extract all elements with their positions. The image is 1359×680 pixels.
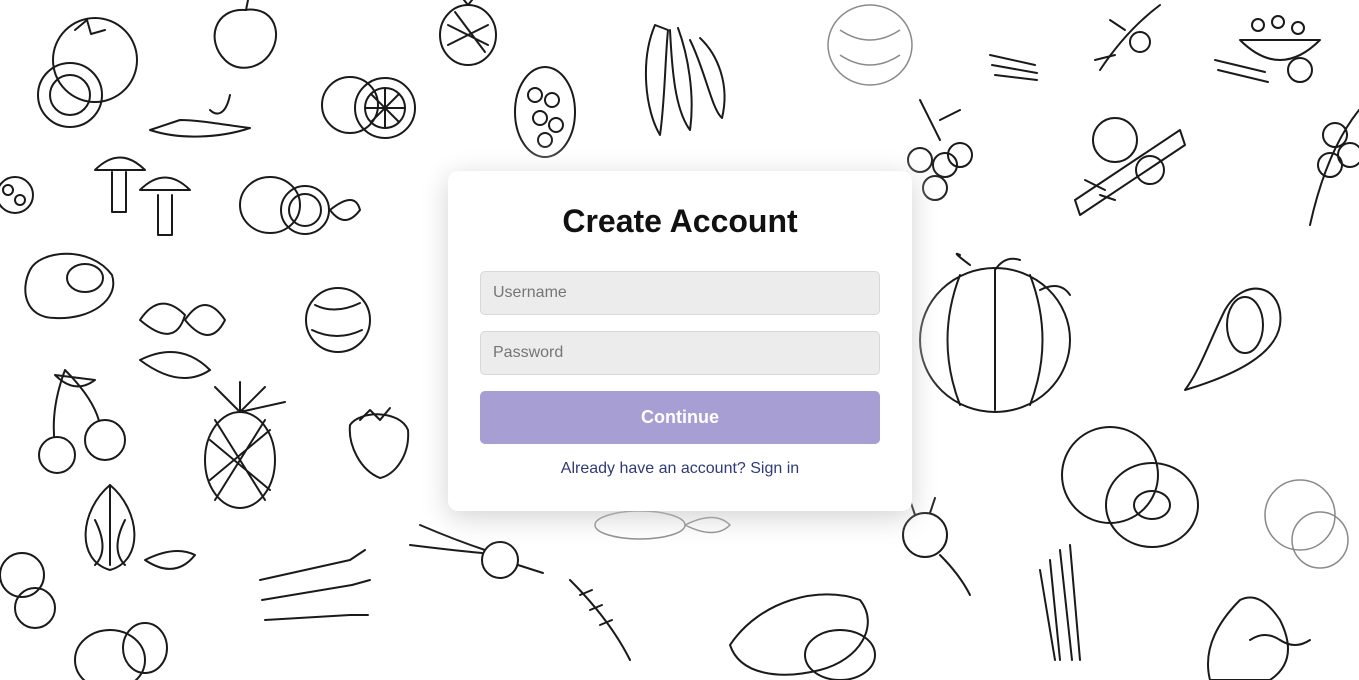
signup-card: Create Account Continue Already have an … <box>448 171 912 511</box>
page: Create Account Continue Already have an … <box>0 0 1359 680</box>
tomato-icon <box>37 17 138 128</box>
chili-pepper-icon <box>149 94 251 138</box>
radish-icon <box>409 524 544 579</box>
kiwi-icon <box>1061 426 1199 548</box>
vegetables-board-icon <box>1074 117 1186 216</box>
strawberries-icon <box>139 302 226 379</box>
coconut-icon <box>305 287 371 353</box>
lemon-icon <box>1264 479 1349 569</box>
apple-icon <box>213 0 277 69</box>
potato-icon <box>74 622 168 680</box>
sign-in-link[interactable]: Already have an account? Sign in <box>561 460 799 478</box>
pumpkin-icon <box>919 252 1071 413</box>
raspberry-icon <box>514 66 576 158</box>
fig-icon <box>1184 287 1282 391</box>
sweet-potato-icon <box>729 593 876 680</box>
cherries-icon <box>38 369 126 474</box>
username-input[interactable] <box>480 271 880 315</box>
continue-button[interactable]: Continue <box>480 391 880 444</box>
corn-icon <box>594 510 732 540</box>
asparagus-icon <box>1039 544 1081 661</box>
avocado-icon <box>24 252 115 320</box>
banana-icon <box>645 24 726 136</box>
berry-branch-icon <box>1094 4 1161 71</box>
apricot-branch-icon <box>1309 109 1359 226</box>
strawberry-icon <box>348 407 410 479</box>
carrots-icon <box>259 549 371 621</box>
salad-bowl-icon <box>1214 15 1321 83</box>
berries-branch-icon <box>907 99 973 201</box>
page-title: Create Account <box>562 203 798 239</box>
fig-icon <box>1207 596 1311 680</box>
pineapple-icon <box>204 381 286 509</box>
beet-icon <box>902 497 971 596</box>
garlic-icon <box>84 484 196 571</box>
mushrooms-icon <box>94 156 191 236</box>
blackberry-icon <box>0 176 34 214</box>
artichoke-icon <box>827 4 913 86</box>
carrots-icon <box>989 54 1038 81</box>
wheat-icon <box>569 579 631 661</box>
pineapple-icon <box>439 0 497 66</box>
onion-icon <box>0 552 56 629</box>
lemon-icon <box>239 176 361 235</box>
orange-icon <box>321 76 416 139</box>
password-input[interactable] <box>480 331 880 375</box>
